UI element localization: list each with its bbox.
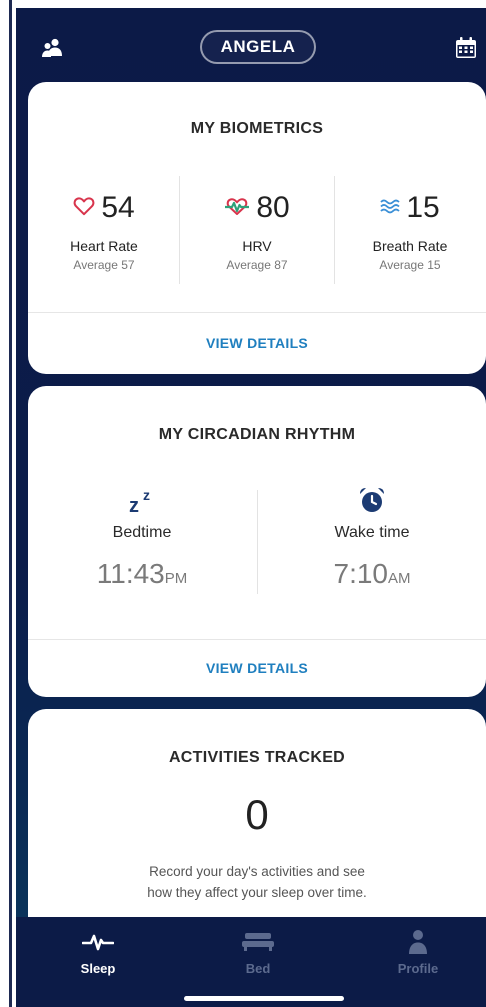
biometrics-card: MY BIOMETRICS 54 Heart Rate Average 57 8… <box>28 82 486 374</box>
tab-sleep-label: Sleep <box>80 961 116 976</box>
bottom-tab-bar: Sleep Bed Profile <box>16 917 486 1007</box>
person-icon <box>368 927 468 957</box>
circadian-card: MY CIRCADIAN RHYTHM z z Bedtime 11:43PM <box>28 386 486 697</box>
hrv-wave-icon <box>224 196 250 221</box>
waketime-label: Wake time <box>334 524 410 541</box>
heart-rate-average: Average 57 <box>73 258 135 272</box>
bedtime-label: Bedtime <box>112 524 172 541</box>
circadian-view-details-link[interactable]: VIEW DETAILS <box>28 660 486 676</box>
breath-waves-icon <box>380 198 400 219</box>
home-indicator[interactable] <box>184 996 344 1001</box>
zzz-icon: z z <box>28 482 256 514</box>
biometrics-view-details-link[interactable]: VIEW DETAILS <box>28 335 486 351</box>
tab-profile[interactable]: Profile <box>368 927 468 976</box>
hrv-value: 80 <box>256 191 290 224</box>
biometrics-title: MY BIOMETRICS <box>190 120 324 137</box>
hrv-metric: 80 HRV Average 87 <box>181 188 333 272</box>
calendar-icon[interactable] <box>454 36 478 60</box>
breath-rate-metric: 15 Breath Rate Average 15 <box>334 188 486 272</box>
bedtime-time: 11:43 <box>96 558 165 589</box>
bed-icon <box>208 927 308 957</box>
activities-count: 0 <box>245 791 269 838</box>
breath-rate-label: Breath Rate <box>372 238 448 254</box>
activities-description: Record your day's activities and see how… <box>88 861 426 903</box>
description-line: Record your day's activities and see <box>149 864 365 879</box>
svg-text:z: z <box>143 487 150 503</box>
edge-rule <box>9 0 12 1007</box>
breath-rate-value: 15 <box>406 191 440 224</box>
bedtime-block: z z Bedtime 11:43PM <box>28 482 256 590</box>
card-divider <box>28 639 486 640</box>
bedtime-suffix: PM <box>164 570 188 587</box>
heart-outline-icon <box>73 196 95 221</box>
tab-sleep[interactable]: Sleep <box>48 927 148 976</box>
activities-title: ACTIVITIES TRACKED <box>168 749 346 766</box>
tab-bed-label: Bed <box>245 961 271 976</box>
bedtime-value: 11:43PM <box>28 558 256 590</box>
circadian-title: MY CIRCADIAN RHYTHM <box>158 426 356 443</box>
metric-separator <box>179 176 180 284</box>
pulse-icon <box>48 927 148 957</box>
heart-rate-metric: 54 Heart Rate Average 57 <box>28 188 180 272</box>
user-name: ANGELA <box>220 37 296 56</box>
card-divider <box>28 312 486 313</box>
heart-rate-value: 54 <box>101 191 135 224</box>
tab-profile-label: Profile <box>397 961 439 976</box>
svg-text:z: z <box>129 495 139 514</box>
description-line: how they affect your sleep over time. <box>147 885 367 900</box>
waketime-block: Wake time 7:10AM <box>258 482 486 590</box>
left-edge-strip <box>0 0 16 1007</box>
app-screen: ANGELA MY BIOMETRICS 54 Heart Rate Avera… <box>16 8 486 1007</box>
breath-rate-average: Average 15 <box>379 258 441 272</box>
people-icon[interactable] <box>40 36 64 60</box>
hrv-average: Average 87 <box>226 258 288 272</box>
alarm-clock-icon <box>258 482 486 514</box>
tab-bed[interactable]: Bed <box>208 927 308 976</box>
waketime-suffix: AM <box>388 570 411 587</box>
user-selector-pill[interactable]: ANGELA <box>200 30 316 64</box>
waketime-value: 7:10AM <box>258 558 486 590</box>
heart-rate-label: Heart Rate <box>70 238 138 254</box>
waketime-time: 7:10 <box>333 558 389 589</box>
hrv-label: HRV <box>242 238 272 254</box>
top-header: ANGELA <box>16 8 486 86</box>
